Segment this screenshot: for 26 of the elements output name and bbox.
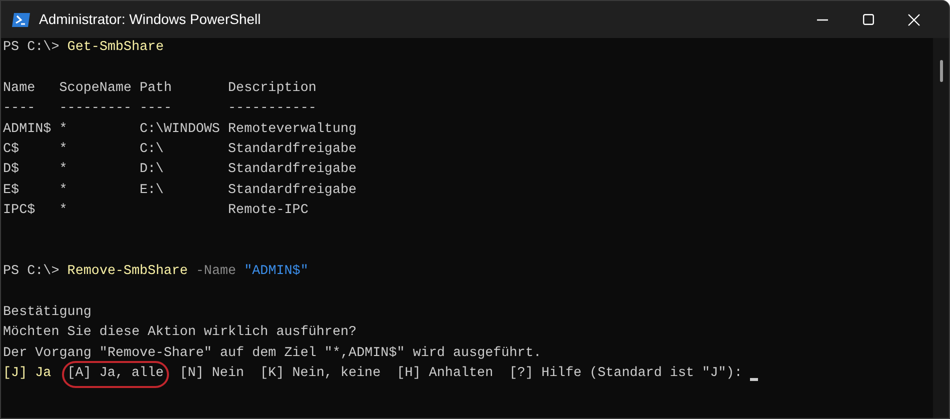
window-title: Administrator: Windows PowerShell — [39, 10, 261, 29]
prompt-text: PS C:\> — [3, 263, 60, 282]
output-text: ADMIN$ * C:\WINDOWS Remoteverwaltung — [3, 120, 357, 139]
output-text: D$ * D:\ Standardfreigabe — [3, 161, 357, 180]
circled-option: [A] Ja, alle — [62, 361, 169, 388]
output-text: ---- --------- ---- ----------- — [3, 100, 316, 118]
output-text: Möchten Sie diese Aktion wirklich ausführen? — [3, 324, 357, 342]
output-text: [N] Nein [K] Nein, keine [H] Anhalten [?] Hilfe (Standard ist "J"): — [178, 365, 744, 384]
prompt-text: PS C:\> — [3, 39, 60, 57]
close-icon — [908, 14, 920, 26]
output-text: Name ScopeName Path Description — [3, 80, 316, 98]
default-choice-text: [J] Ja — [3, 365, 52, 384]
output-text: IPC$ * Remote-IPC — [3, 202, 308, 220]
output-text: E$ * E:\ Standardfreigabe — [3, 182, 357, 200]
command-text: Get-SmbShare — [67, 39, 164, 57]
terminal-icon — [11, 12, 31, 28]
command-text: Remove-SmbShare — [67, 263, 188, 282]
maximize-icon — [862, 14, 874, 25]
string-text: "ADMIN$" — [243, 263, 308, 282]
parameter-text: -Name — [194, 263, 236, 282]
minimize-icon — [816, 18, 828, 20]
output-text: Der Vorgang "Remove-Share" auf dem Ziel "*,ADMIN$" wird ausgeführt. — [3, 344, 542, 363]
scrollbar[interactable] — [933, 38, 949, 418]
scrollbar-thumb[interactable] — [940, 60, 942, 82]
output-text: Bestätigung — [3, 304, 92, 322]
output-text: C$ * C:\ Standardfreigabe — [3, 140, 357, 159]
